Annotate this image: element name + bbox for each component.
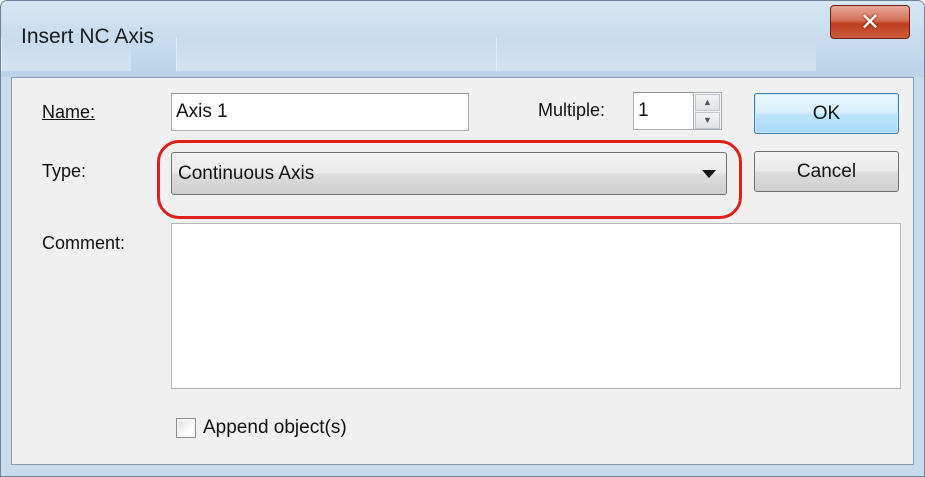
name-label: Name: [42, 102, 95, 123]
multiple-input-value: 1 [638, 100, 649, 121]
name-input[interactable]: Axis 1 [171, 93, 469, 131]
append-checkbox[interactable] [176, 418, 196, 438]
append-option: Append object(s) [176, 417, 347, 439]
type-select-value: Continuous Axis [178, 162, 315, 184]
comment-textarea[interactable] [171, 223, 901, 389]
spin-up-icon: ▲ [703, 97, 712, 107]
dialog-title: Insert NC Axis [21, 25, 155, 48]
type-label: Type: [42, 161, 87, 181]
insert-nc-axis-dialog: Insert NC Axis ✕ Name: Axis 1 Multiple: … [0, 0, 925, 477]
ok-button[interactable]: OK [754, 93, 899, 134]
chevron-down-icon [702, 170, 716, 178]
type-select[interactable]: Continuous Axis [171, 152, 727, 195]
close-button[interactable]: ✕ [830, 5, 910, 39]
name-input-value: Axis 1 [176, 101, 228, 122]
comment-label: Comment: [42, 233, 126, 253]
background-ghost-column [496, 37, 816, 71]
title-bar: Insert NC Axis ✕ [1, 1, 924, 77]
background-ghost-column [176, 37, 496, 71]
multiple-input[interactable]: 1 [633, 92, 694, 130]
name-label-text: Name: [42, 102, 96, 122]
close-icon: ✕ [859, 8, 881, 36]
multiple-label: Multiple: [538, 100, 606, 120]
spin-down-button[interactable]: ▼ [695, 112, 720, 129]
spin-down-icon: ▼ [703, 115, 712, 125]
multiple-spinner: ▲ ▼ [693, 92, 722, 130]
spin-up-button[interactable]: ▲ [695, 94, 720, 111]
cancel-button[interactable]: Cancel [754, 151, 899, 192]
append-checkbox-label[interactable]: Append object(s) [203, 417, 347, 439]
